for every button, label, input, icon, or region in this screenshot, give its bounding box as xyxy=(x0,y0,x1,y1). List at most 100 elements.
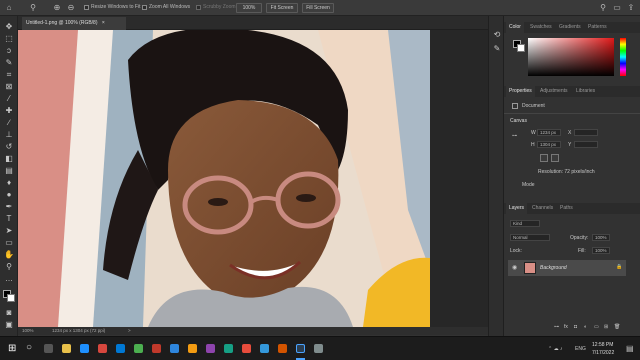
marquee-tool-icon[interactable]: ⬚ xyxy=(4,34,14,44)
rectangle-tool-icon[interactable]: ▭ xyxy=(4,238,14,248)
healing-brush-tool-icon[interactable]: ✚ xyxy=(4,106,14,116)
clone-stamp-tool-icon[interactable]: ⊥ xyxy=(4,130,14,140)
color-field[interactable] xyxy=(528,38,614,76)
zoom-out-icon[interactable]: ⊖ xyxy=(66,3,76,13)
portrait-orientation-button[interactable] xyxy=(540,154,548,162)
layer-name[interactable]: Background xyxy=(540,265,567,271)
close-tab-icon[interactable]: × xyxy=(102,20,105,26)
chrome-icon[interactable] xyxy=(98,344,107,353)
edge-icon[interactable] xyxy=(80,344,89,353)
screen-mode-icon[interactable]: ▣ xyxy=(4,320,14,330)
background-color-swatch[interactable] xyxy=(7,294,15,302)
link-layers-icon[interactable]: ⊶ xyxy=(554,324,559,330)
layer-row-background[interactable]: ◉ Background 🔒 xyxy=(508,260,626,276)
eraser-tool-icon[interactable]: ◧ xyxy=(4,154,14,164)
tab-libraries[interactable]: Libraries xyxy=(576,86,595,97)
clock-time[interactable]: 12:58 PM xyxy=(592,342,613,348)
lasso-tool-icon[interactable]: ↄ xyxy=(4,46,14,56)
share-icon[interactable]: ⇪ xyxy=(626,3,636,13)
clock-date[interactable]: 7/17/2022 xyxy=(592,350,614,356)
brush-tool-icon[interactable]: ∕ xyxy=(4,118,14,128)
app-icon-red-2[interactable] xyxy=(242,344,251,353)
taskbar-search-icon[interactable]: ○ xyxy=(26,342,32,353)
tab-color[interactable]: Color xyxy=(506,22,524,33)
type-tool-icon[interactable]: T xyxy=(4,214,14,224)
fill-screen-button[interactable]: Fill Screen xyxy=(302,3,334,13)
tab-patterns[interactable]: Patterns xyxy=(588,22,607,33)
app-icon-blue[interactable] xyxy=(170,344,179,353)
status-zoom[interactable]: 100% xyxy=(22,327,34,335)
fill-field[interactable]: 100% xyxy=(592,247,610,254)
height-field[interactable]: 1304 px xyxy=(537,141,561,148)
zoom-in-icon[interactable]: ⊕ xyxy=(52,3,62,13)
app-icon-orange-2[interactable] xyxy=(278,344,287,353)
width-field[interactable]: 1234 px xyxy=(537,129,561,136)
app-icon-teal[interactable] xyxy=(224,344,233,353)
status-menu-arrow[interactable]: > xyxy=(128,327,131,335)
tab-swatches[interactable]: Swatches xyxy=(530,22,552,33)
zoom-all-windows-checkbox[interactable] xyxy=(142,5,147,10)
add-mask-icon[interactable]: ◘ xyxy=(574,324,577,330)
gradient-tool-icon[interactable]: ▤ xyxy=(4,166,14,176)
app-icon-blue-2[interactable] xyxy=(260,344,269,353)
system-tray-icons[interactable]: ⌃ ☁ ♪ xyxy=(548,346,562,352)
app-icon-green[interactable] xyxy=(134,344,143,353)
delete-layer-icon[interactable]: 🗑 xyxy=(614,324,620,330)
document-tab[interactable]: Untitled-1.png @ 100% (RGB/8) × xyxy=(22,17,126,30)
app-icon-red[interactable] xyxy=(152,344,161,353)
opacity-field[interactable]: 100% xyxy=(592,234,610,241)
tab-properties[interactable]: Properties xyxy=(506,86,535,97)
blur-tool-icon[interactable]: ♦ xyxy=(4,178,14,188)
quick-select-tool-icon[interactable]: ✎ xyxy=(4,58,14,68)
quick-mask-icon[interactable]: ◙ xyxy=(4,308,14,318)
hue-slider[interactable] xyxy=(620,38,626,76)
resize-windows-checkbox[interactable] xyxy=(84,5,89,10)
canvas-area[interactable] xyxy=(18,28,488,327)
dodge-tool-icon[interactable]: ● xyxy=(4,190,14,200)
zoom-100-button[interactable]: 100% xyxy=(236,3,262,13)
eyedropper-tool-icon[interactable]: ⁄ xyxy=(4,94,14,104)
canvas-image[interactable] xyxy=(18,28,488,327)
search-icon[interactable]: ⚲ xyxy=(598,3,608,13)
crop-tool-icon[interactable]: ⌗ xyxy=(4,70,14,80)
brush-panel-icon[interactable]: ✎ xyxy=(492,44,502,54)
app-icon-orange[interactable] xyxy=(188,344,197,353)
file-explorer-icon[interactable] xyxy=(62,344,71,353)
mail-icon[interactable] xyxy=(116,344,125,353)
zoom-tool-icon[interactable]: ⚲ xyxy=(4,262,14,272)
layer-visibility-eye-icon[interactable]: ◉ xyxy=(512,264,517,271)
notifications-icon[interactable]: ▤ xyxy=(626,344,634,353)
landscape-orientation-button[interactable] xyxy=(551,154,559,162)
tab-gradients[interactable]: Gradients xyxy=(559,22,581,33)
history-panel-icon[interactable]: ⟲ xyxy=(492,30,502,40)
home-icon[interactable]: ⌂ xyxy=(4,3,14,13)
link-dimensions-icon[interactable]: ⊶ xyxy=(512,133,517,139)
layer-style-icon[interactable]: fx xyxy=(564,324,568,330)
adjustment-layer-icon[interactable]: ◐ xyxy=(584,324,587,330)
layer-kind-filter[interactable]: Kind xyxy=(510,220,540,227)
pen-tool-icon[interactable]: ✒ xyxy=(4,202,14,212)
new-group-icon[interactable]: ▭ xyxy=(594,324,599,330)
photoshop-icon[interactable] xyxy=(296,344,305,353)
language-indicator[interactable]: ENG xyxy=(575,346,586,352)
x-field[interactable] xyxy=(574,129,598,136)
fit-screen-button[interactable]: Fit Screen xyxy=(266,3,298,13)
task-view-icon[interactable] xyxy=(44,344,53,353)
workspace-icon[interactable]: ▭ xyxy=(612,3,622,13)
tab-layers[interactable]: Layers xyxy=(506,203,528,214)
tab-paths[interactable]: Paths xyxy=(560,203,573,214)
windows-start-icon[interactable]: ⊞ xyxy=(8,343,16,354)
hand-tool-icon[interactable]: ✋ xyxy=(4,250,14,260)
tab-channels[interactable]: Channels xyxy=(532,203,553,214)
path-select-tool-icon[interactable]: ➤ xyxy=(4,226,14,236)
more-tools-icon[interactable]: … xyxy=(4,274,14,284)
new-layer-icon[interactable]: ⊞ xyxy=(604,324,608,330)
app-icon-gray[interactable] xyxy=(314,344,323,353)
blend-mode-select[interactable]: Normal xyxy=(510,234,550,241)
app-icon-purple[interactable] xyxy=(206,344,215,353)
zoom-tool-icon[interactable]: ⚲ xyxy=(28,3,38,13)
history-brush-tool-icon[interactable]: ↺ xyxy=(4,142,14,152)
color-bg-swatch[interactable] xyxy=(517,44,525,52)
frame-tool-icon[interactable]: ⊠ xyxy=(4,82,14,92)
move-tool-icon[interactable]: ✥ xyxy=(4,22,14,32)
